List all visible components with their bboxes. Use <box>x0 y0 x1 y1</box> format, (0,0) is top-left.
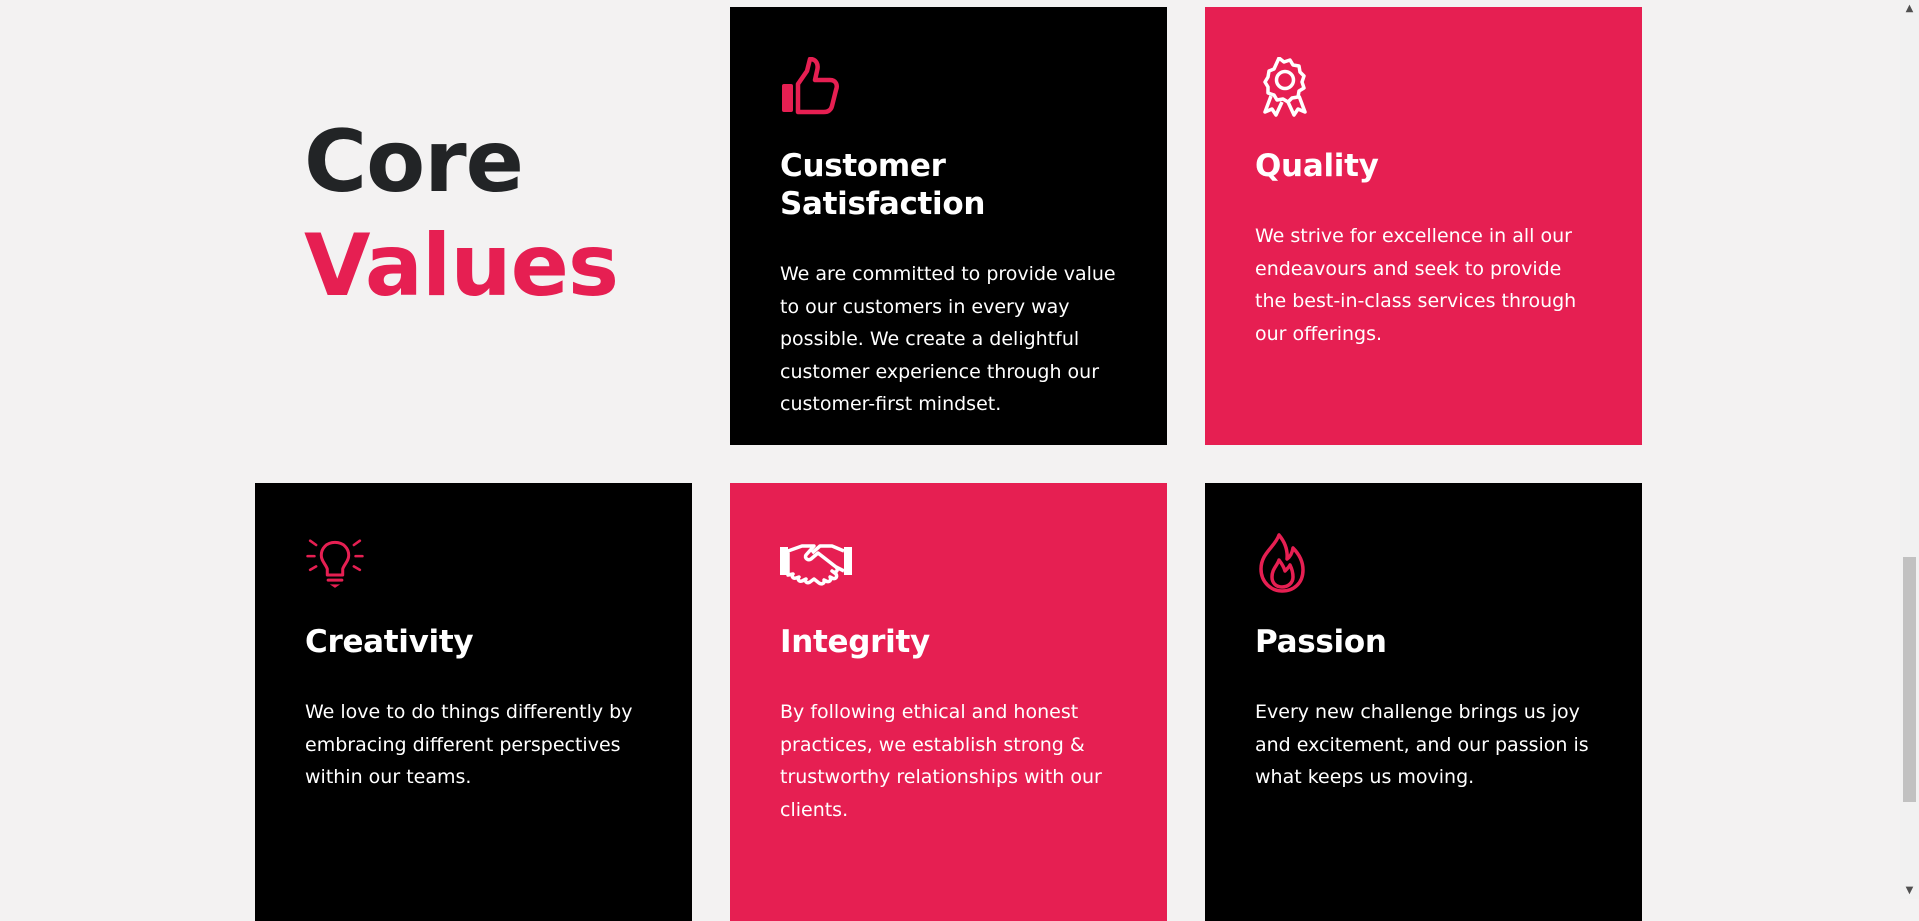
scroll-down-arrow-icon[interactable]: ▼ <box>1900 882 1919 899</box>
heading-word-core: Core <box>304 112 524 212</box>
card-description: We are committed to provide value to our… <box>780 263 1116 415</box>
page-scrollbar[interactable]: ▲ ▼ <box>1900 0 1919 899</box>
card-description: Every new challenge brings us joy and ex… <box>1255 701 1589 788</box>
card-description: We strive for excellence in all our ende… <box>1255 225 1577 345</box>
card-title: Creativity <box>305 624 474 660</box>
thumbs-up-icon <box>780 57 840 117</box>
heading-word-values: Values <box>304 216 619 316</box>
card-title: Customer Satisfaction <box>780 148 986 222</box>
award-ribbon-icon <box>1255 57 1315 117</box>
section-heading: Core Values <box>304 110 619 318</box>
value-card-passion: Passion Every new challenge brings us jo… <box>1205 483 1642 921</box>
handshake-icon <box>780 533 852 593</box>
lightbulb-icon <box>305 533 365 593</box>
card-title: Integrity <box>780 624 930 660</box>
value-card-integrity: Integrity By following ethical and hones… <box>730 483 1167 921</box>
card-description: We love to do things differently by embr… <box>305 701 633 788</box>
value-card-quality: Quality We strive for excellence in all … <box>1205 7 1642 445</box>
value-card-creativity: Creativity We love to do things differen… <box>255 483 692 921</box>
card-title: Passion <box>1255 624 1387 660</box>
card-title: Quality <box>1255 148 1379 184</box>
scroll-up-arrow-icon[interactable]: ▲ <box>1900 0 1919 17</box>
scrollbar-thumb[interactable] <box>1903 557 1916 802</box>
flame-icon <box>1255 533 1315 593</box>
card-description: By following ethical and honest practice… <box>780 701 1102 821</box>
value-card-customer-satisfaction: Customer Satisfaction We are committed t… <box>730 7 1167 445</box>
